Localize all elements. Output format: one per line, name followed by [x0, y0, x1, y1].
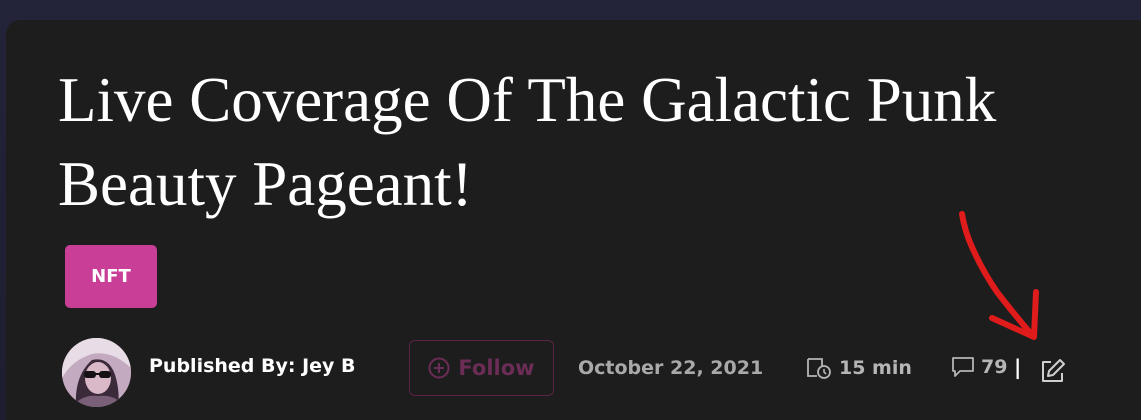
- article-title: Live Coverage Of The Galactic Punk Beaut…: [58, 58, 1141, 226]
- follow-label: Follow: [458, 356, 535, 380]
- avatar-image: [62, 338, 131, 407]
- publish-date: October 22, 2021: [578, 357, 764, 379]
- comments-link[interactable]: 79: [951, 356, 1007, 378]
- comments-count: 79: [981, 356, 1008, 378]
- nft-tag[interactable]: NFT: [65, 245, 157, 308]
- article-title-line-2: Beauty Pageant!: [58, 149, 473, 219]
- author-avatar[interactable]: [62, 338, 131, 407]
- author-name: Published By: Jey B: [149, 355, 356, 377]
- plus-circle-icon: [428, 357, 450, 379]
- clock-book-icon: [807, 358, 831, 379]
- meta-separator: |: [1014, 355, 1022, 379]
- read-time: 15 min: [806, 356, 912, 380]
- follow-button[interactable]: Follow: [409, 340, 554, 396]
- read-time-label: 15 min: [839, 357, 912, 379]
- edit-button[interactable]: [1039, 357, 1067, 385]
- comment-icon: [952, 357, 974, 377]
- edit-icon: [1042, 359, 1065, 382]
- article-title-line-1: Live Coverage Of The Galactic Punk: [58, 65, 997, 135]
